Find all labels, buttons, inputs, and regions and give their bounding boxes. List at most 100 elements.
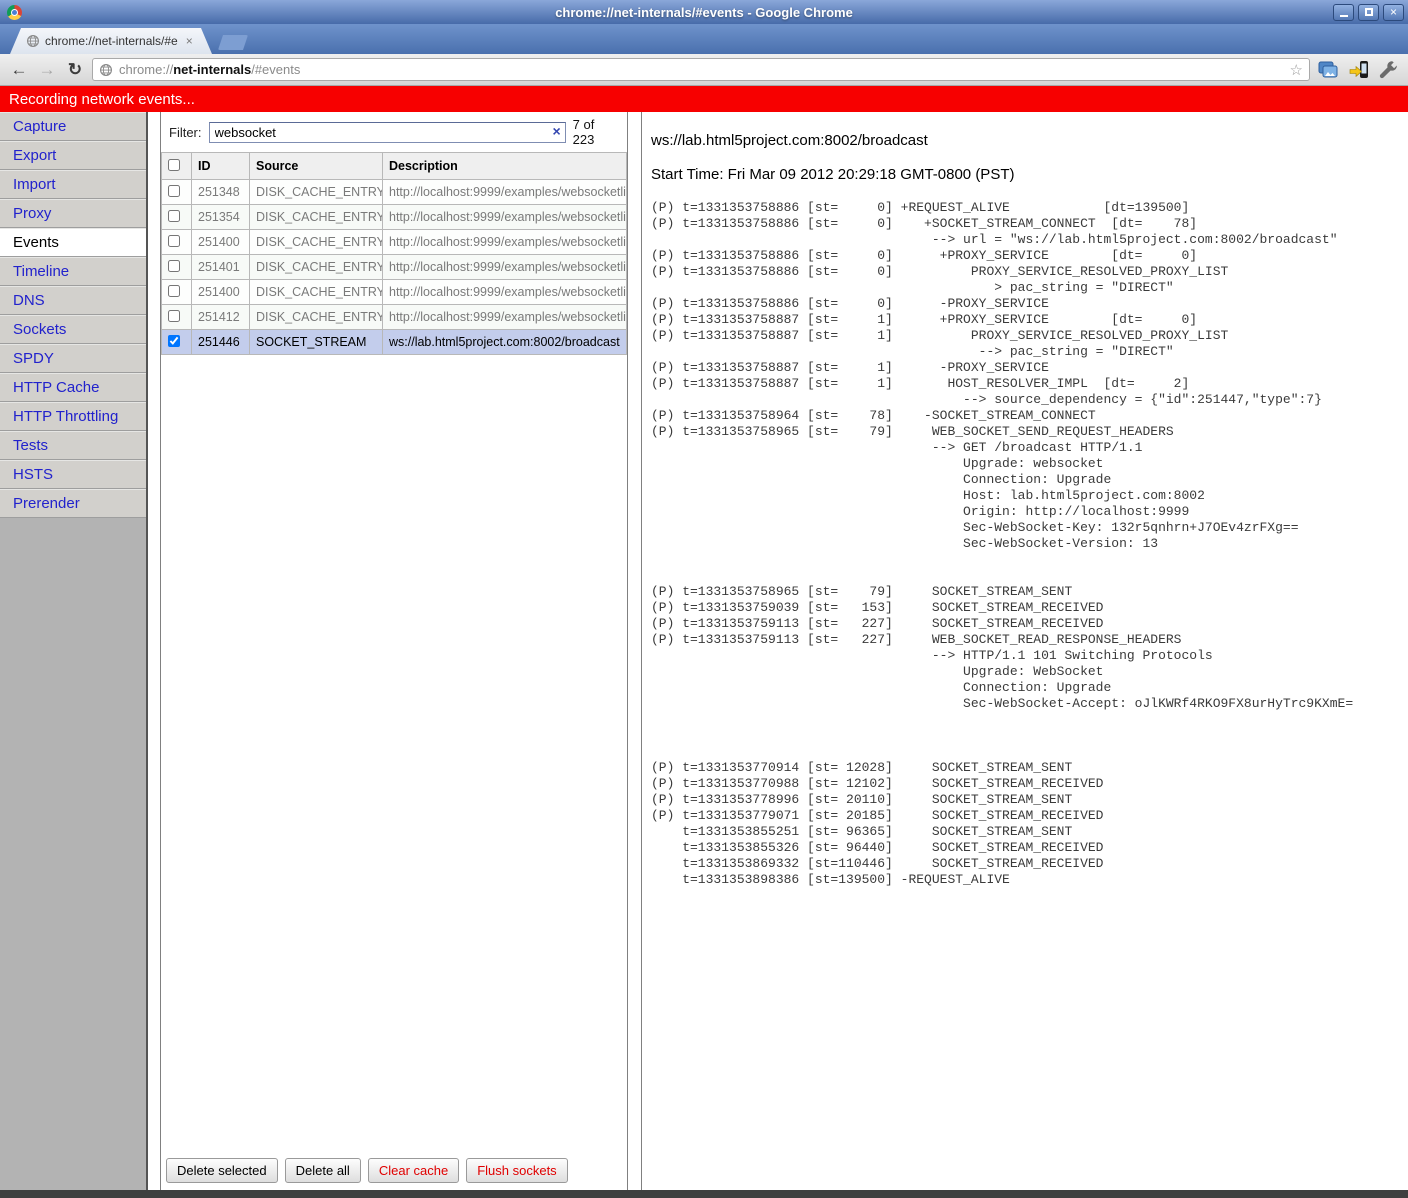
bookmark-star-icon[interactable]: ☆ [1290, 61, 1303, 79]
tab-strip: chrome://net-internals/#e × [0, 24, 1408, 54]
tab-title: chrome://net-internals/#e [45, 34, 178, 48]
table-header-row: ID Source Description [162, 153, 627, 180]
wrench-icon[interactable] [1379, 60, 1398, 79]
row-id: 251446 [192, 330, 250, 355]
back-button[interactable]: ← [8, 60, 30, 80]
panel-splitter[interactable] [628, 112, 641, 1190]
header-description: Description [383, 153, 627, 180]
row-checkbox[interactable] [168, 235, 180, 247]
sidebar-item-http-throttling[interactable]: HTTP Throttling [0, 402, 146, 431]
address-bar[interactable]: chrome://net-internals/#events ☆ [92, 58, 1310, 81]
recording-banner: Recording network events... [0, 86, 1408, 112]
filter-input[interactable] [209, 122, 566, 143]
row-checkbox[interactable] [168, 335, 180, 347]
window-title: chrome://net-internals/#events - Google … [0, 5, 1408, 20]
row-description: http://localhost:9999/examples/websocket… [383, 230, 627, 255]
events-list-panel: Filter: × 7 of 223 ID Source Description [160, 112, 628, 1190]
row-checkbox[interactable] [168, 260, 180, 272]
sidebar: Capture Export Import Proxy Events Timel… [0, 112, 148, 1190]
row-description: ws://lab.html5project.com:8002/broadcast [383, 330, 627, 355]
table-row-selected[interactable]: 251446 SOCKET_STREAM ws://lab.html5proje… [162, 330, 627, 355]
reload-button[interactable]: ↻ [64, 60, 86, 80]
details-title: ws://lab.html5project.com:8002/broadcast [651, 132, 1408, 149]
window-controls: × [1333, 4, 1404, 21]
extension-icons [1318, 60, 1398, 79]
sidebar-item-export[interactable]: Export [0, 141, 146, 170]
row-source: DISK_CACHE_ENTRY [250, 205, 383, 230]
filter-count: 7 of 223 [573, 117, 619, 147]
action-buttons: Delete selected Delete all Clear cache F… [161, 1153, 627, 1190]
sidebar-item-http-cache[interactable]: HTTP Cache [0, 373, 146, 402]
tab-net-internals[interactable]: chrome://net-internals/#e × [10, 28, 212, 54]
chrome-to-phone-extension-icon[interactable] [1349, 60, 1370, 79]
sidebar-item-timeline[interactable]: Timeline [0, 257, 146, 286]
table-row[interactable]: 251348 DISK_CACHE_ENTRY http://localhost… [162, 180, 627, 205]
table-row[interactable]: 251354 DISK_CACHE_ENTRY http://localhost… [162, 205, 627, 230]
header-id: ID [192, 153, 250, 180]
row-id: 251400 [192, 230, 250, 255]
sidebar-item-proxy[interactable]: Proxy [0, 199, 146, 228]
screenshot-extension-icon[interactable] [1318, 60, 1340, 79]
url-text: chrome://net-internals/#events [119, 62, 300, 77]
filter-label: Filter: [169, 125, 202, 140]
filter-bar: Filter: × 7 of 223 [161, 112, 627, 152]
sidebar-item-hsts[interactable]: HSTS [0, 460, 146, 489]
window-bottom-border [0, 1190, 1408, 1198]
table-row[interactable]: 251400 DISK_CACHE_ENTRY http://localhost… [162, 280, 627, 305]
table-row[interactable]: 251401 DISK_CACHE_ENTRY http://localhost… [162, 255, 627, 280]
tab-close-icon[interactable]: × [186, 35, 193, 47]
sidebar-item-spdy[interactable]: SPDY [0, 344, 146, 373]
row-source: DISK_CACHE_ENTRY [250, 305, 383, 330]
details-start-time: Start Time: Fri Mar 09 2012 20:29:18 GMT… [651, 166, 1408, 183]
row-description: http://localhost:9999/examples/websocket… [383, 255, 627, 280]
row-description: http://localhost:9999/examples/websocket… [383, 305, 627, 330]
sidebar-item-capture[interactable]: Capture [0, 112, 146, 141]
row-source: DISK_CACHE_ENTRY [250, 180, 383, 205]
browser-window: chrome://net-internals/#events - Google … [0, 0, 1408, 1198]
minimize-button[interactable] [1333, 4, 1354, 21]
delete-selected-button[interactable]: Delete selected [166, 1158, 278, 1183]
row-id: 251412 [192, 305, 250, 330]
forward-button: → [36, 60, 58, 80]
sidebar-item-dns[interactable]: DNS [0, 286, 146, 315]
row-checkbox[interactable] [168, 210, 180, 222]
row-checkbox[interactable] [168, 185, 180, 197]
event-details-panel: ws://lab.html5project.com:8002/broadcast… [641, 112, 1408, 1190]
delete-all-button[interactable]: Delete all [285, 1158, 361, 1183]
sidebar-item-import[interactable]: Import [0, 170, 146, 199]
row-description: http://localhost:9999/examples/websocket… [383, 180, 627, 205]
row-id: 251354 [192, 205, 250, 230]
new-tab-button[interactable] [218, 35, 248, 50]
row-source: DISK_CACHE_ENTRY [250, 255, 383, 280]
close-button[interactable]: × [1383, 4, 1404, 21]
table-row[interactable]: 251412 DISK_CACHE_ENTRY http://localhost… [162, 305, 627, 330]
row-description: http://localhost:9999/examples/websocket… [383, 280, 627, 305]
sidebar-item-prerender[interactable]: Prerender [0, 489, 146, 518]
row-id: 251400 [192, 280, 250, 305]
row-checkbox[interactable] [168, 285, 180, 297]
row-id: 251401 [192, 255, 250, 280]
title-bar: chrome://net-internals/#events - Google … [0, 0, 1408, 24]
select-all-checkbox[interactable] [168, 159, 180, 171]
globe-icon [99, 63, 113, 77]
filter-clear-icon[interactable]: × [552, 123, 560, 139]
row-description: http://localhost:9999/examples/websocket… [383, 205, 627, 230]
row-source: SOCKET_STREAM [250, 330, 383, 355]
clear-cache-button[interactable]: Clear cache [368, 1158, 459, 1183]
sidebar-item-tests[interactable]: Tests [0, 431, 146, 460]
sidebar-item-events[interactable]: Events [0, 228, 146, 257]
sidebar-item-sockets[interactable]: Sockets [0, 315, 146, 344]
maximize-button[interactable] [1358, 4, 1379, 21]
row-source: DISK_CACHE_ENTRY [250, 230, 383, 255]
event-log: (P) t=1331353758886 [st= 0] +REQUEST_ALI… [651, 200, 1408, 888]
row-checkbox[interactable] [168, 310, 180, 322]
row-source: DISK_CACHE_ENTRY [250, 280, 383, 305]
globe-icon [26, 34, 40, 48]
header-source: Source [250, 153, 383, 180]
flush-sockets-button[interactable]: Flush sockets [466, 1158, 567, 1183]
main-content: Capture Export Import Proxy Events Timel… [0, 112, 1408, 1190]
row-id: 251348 [192, 180, 250, 205]
panel-gap [148, 112, 160, 1190]
events-table: ID Source Description 251348 DISK_CACHE_… [161, 152, 627, 355]
table-row[interactable]: 251400 DISK_CACHE_ENTRY http://localhost… [162, 230, 627, 255]
